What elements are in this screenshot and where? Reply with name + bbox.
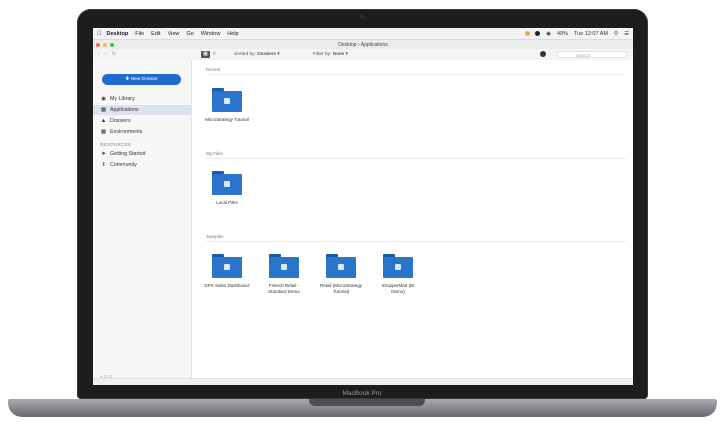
menu-file[interactable]: File bbox=[135, 31, 144, 37]
dossiers-icon: ▲ bbox=[100, 118, 107, 124]
lid-notch bbox=[309, 399, 425, 406]
dossier-tile[interactable]: ShopperMart (BI Demo) bbox=[375, 254, 421, 295]
folder-icon bbox=[326, 254, 356, 278]
applications-icon: ▩ bbox=[100, 107, 107, 113]
dossier-tile[interactable]: DPS Sales Dashboard bbox=[204, 254, 250, 289]
account-icon[interactable] bbox=[540, 51, 546, 57]
rocket-icon: ➤ bbox=[101, 151, 106, 157]
folder-icon bbox=[212, 171, 242, 195]
sidebar: ✚ New Dossier ◉ My Library ▩ Applications … bbox=[93, 60, 192, 385]
folder-icon bbox=[269, 254, 299, 278]
sort-dropdown[interactable]: Sorted by: Dossiers ▾ bbox=[234, 52, 280, 57]
status-app-icon[interactable] bbox=[525, 31, 531, 36]
list-view-icon[interactable]: ≡ bbox=[213, 52, 216, 57]
tile-name: DPS Sales Dashboard bbox=[204, 283, 250, 288]
window-titlebar: Desktop › Applications bbox=[93, 40, 633, 49]
environments-icon: ▩ bbox=[100, 129, 107, 135]
menu-window[interactable]: Window bbox=[201, 31, 221, 37]
battery-percent[interactable]: 49% bbox=[557, 31, 568, 37]
tile-name: Local Files bbox=[216, 200, 238, 205]
dossier-tile[interactable]: MicroStrategy Tutorial bbox=[204, 88, 250, 123]
folder-icon bbox=[212, 254, 242, 278]
tile-name: Retail (MicroStrategy Tutorial) bbox=[319, 283, 362, 294]
apple-menu-icon[interactable]:  bbox=[97, 31, 102, 37]
folder-icon bbox=[383, 254, 413, 278]
tile-name: ShopperMart (BI Demo) bbox=[381, 283, 415, 294]
new-dossier-button[interactable]: ✚ New Dossier bbox=[102, 74, 181, 85]
menu-help[interactable]: Help bbox=[227, 31, 238, 37]
back-forward-icon[interactable]: ‹ › ↻ bbox=[98, 52, 118, 57]
tile-name: MicroStrategy Tutorial bbox=[205, 117, 249, 122]
tile-name: Fintech Retail - Standard Demo bbox=[268, 283, 300, 294]
community-icon: ‖ bbox=[102, 162, 105, 168]
section-label-my-files: My Files bbox=[206, 151, 223, 156]
section-label-samples: Samples bbox=[206, 234, 224, 239]
divider bbox=[206, 158, 626, 159]
sidebar-item-applications[interactable]: ▩ Applications bbox=[93, 105, 191, 115]
folder-icon bbox=[212, 88, 242, 112]
menu-edit[interactable]: Edit bbox=[151, 31, 160, 37]
status-bar bbox=[93, 378, 633, 385]
screen:  Desktop File Edit View Go Window Help … bbox=[93, 28, 633, 385]
sidebar-item-dossiers[interactable]: ▲ Dossiers bbox=[93, 116, 191, 126]
dossier-tile[interactable]: Retail (MicroStrategy Tutorial) bbox=[318, 254, 364, 295]
divider bbox=[206, 241, 626, 242]
clock[interactable]: Tue 12:07 AM bbox=[574, 31, 608, 37]
spotlight-icon[interactable]: ⚲ bbox=[614, 31, 618, 37]
library-icon: ◉ bbox=[101, 96, 106, 102]
wifi-icon[interactable]: ◉ bbox=[546, 31, 551, 37]
window-title: Desktop › Applications bbox=[338, 41, 388, 48]
sidebar-item-environments[interactable]: ▩ Environments bbox=[93, 127, 191, 137]
menu-go[interactable]: Go bbox=[186, 31, 193, 37]
dossier-tile[interactable]: Local Files bbox=[204, 171, 250, 206]
search-input[interactable]: Search bbox=[557, 51, 627, 58]
menu-list-icon[interactable]: ☰ bbox=[624, 31, 629, 37]
menu-bar:  Desktop File Edit View Go Window Help … bbox=[93, 28, 633, 40]
laptop-lid:  Desktop File Edit View Go Window Help … bbox=[77, 9, 648, 399]
menu-app[interactable]: Desktop bbox=[107, 31, 129, 37]
device-brand-label: MacBook Pro bbox=[342, 390, 382, 397]
divider bbox=[206, 74, 626, 75]
sidebar-item-my-library[interactable]: ◉ My Library bbox=[93, 94, 191, 104]
dossier-tile[interactable]: Fintech Retail - Standard Demo bbox=[261, 254, 307, 295]
camera bbox=[360, 14, 365, 19]
section-label-recent: Recent bbox=[206, 67, 221, 72]
filter-dropdown[interactable]: Filter by: None ▾ bbox=[313, 52, 348, 57]
menu-view[interactable]: View bbox=[168, 31, 180, 37]
grid-view-icon[interactable]: ▦ bbox=[201, 51, 210, 58]
sidebar-section-resources: RESOURCES bbox=[100, 142, 132, 147]
sidebar-item-community[interactable]: ‖ Community bbox=[93, 160, 191, 170]
main-content: Recent MicroStrategy Tutorial My Files L… bbox=[192, 60, 633, 385]
sidebar-item-getting-started[interactable]: ➤ Getting Started bbox=[93, 149, 191, 159]
status-dark-icon[interactable] bbox=[535, 31, 541, 36]
